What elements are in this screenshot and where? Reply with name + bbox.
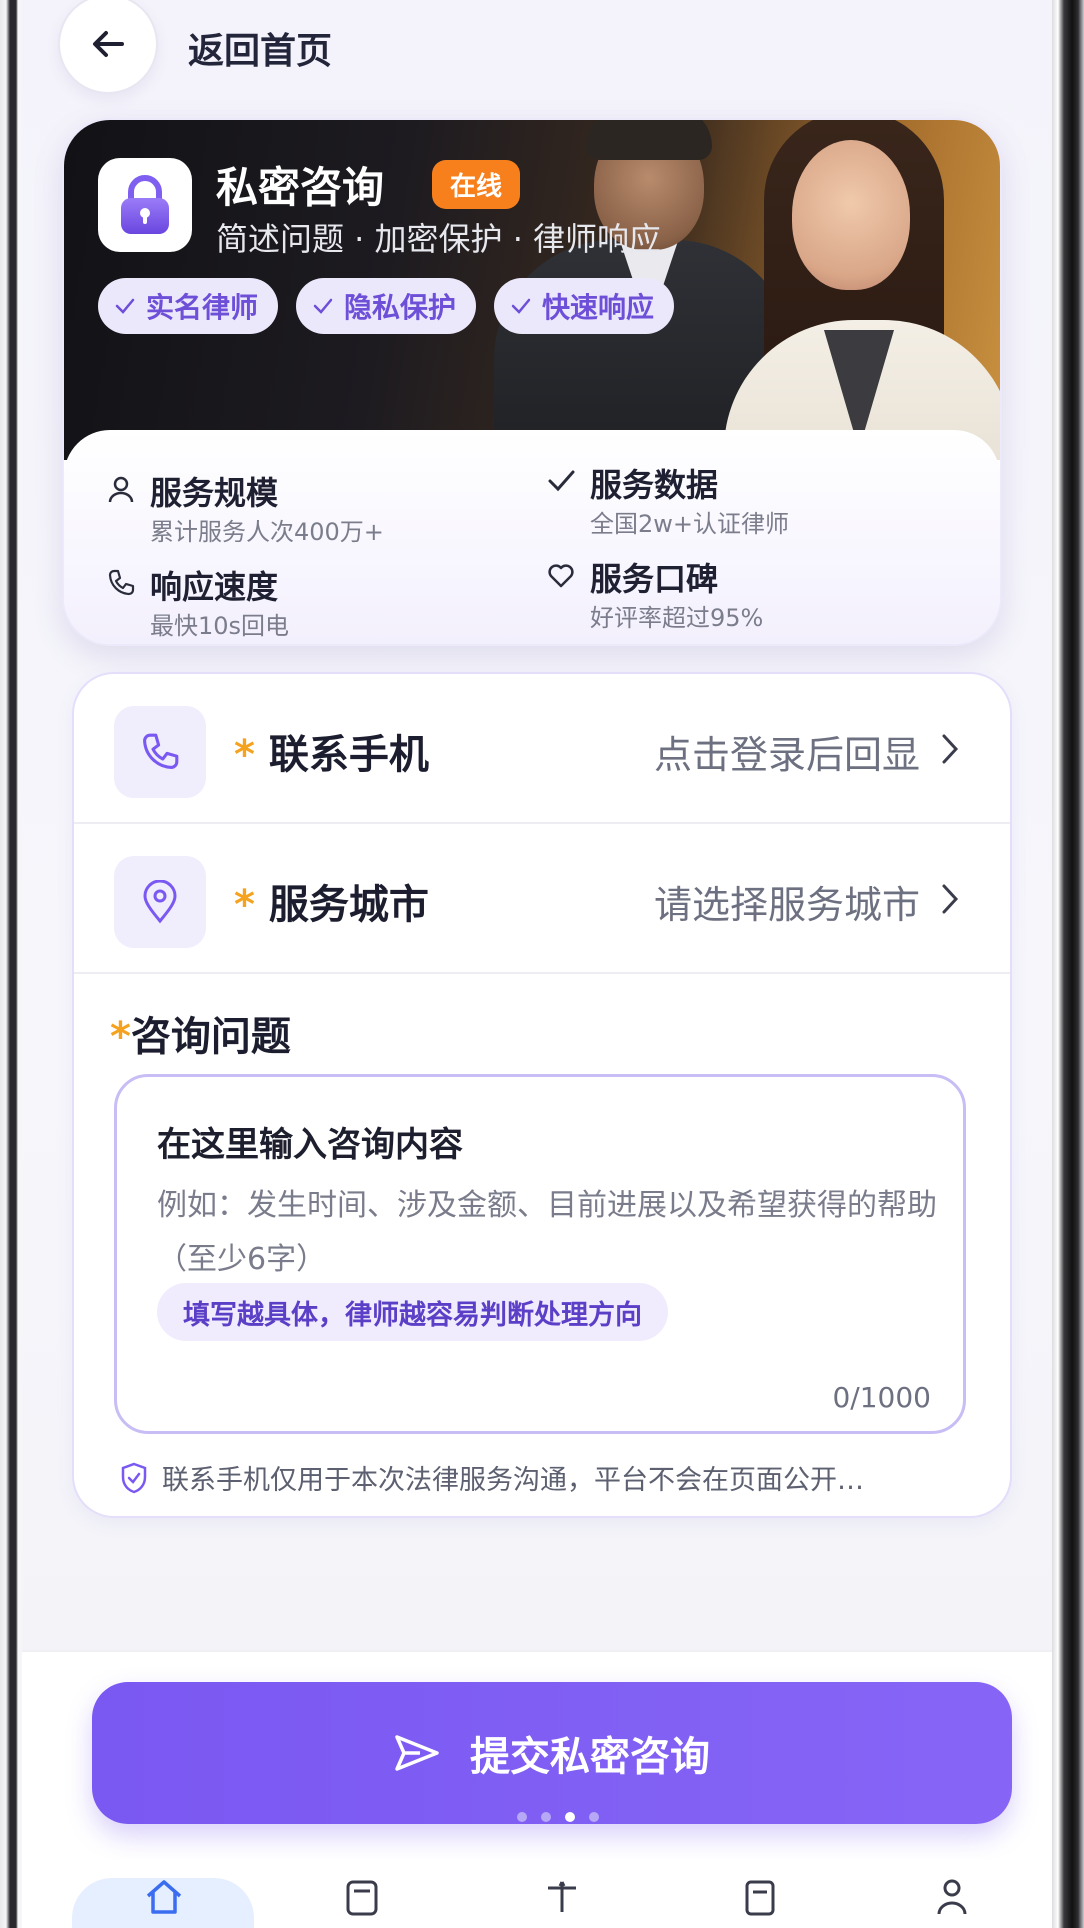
question-box-title: 在这里输入咨询内容	[157, 1125, 463, 1165]
online-badge: 在线	[432, 160, 521, 209]
check-icon	[511, 298, 531, 314]
chip-fast-response: 快速响应	[494, 278, 675, 334]
arrow-left-icon	[93, 31, 124, 57]
chevron-right-icon	[942, 734, 959, 764]
privacy-note: 联系手机仅用于本次法律服务沟通，平台不会在页面公开…	[120, 1458, 864, 1497]
city-label: * 服务城市	[234, 882, 429, 928]
city-row[interactable]: * 服务城市 请选择服务城市	[74, 824, 1010, 974]
phone-label: * 联系手机	[234, 732, 429, 778]
scale-icon	[548, 1881, 576, 1912]
nav-lawyers[interactable]	[532, 1876, 592, 1928]
phone-value[interactable]: 点击登录后回显	[654, 724, 920, 779]
check-icon	[313, 298, 333, 314]
page-indicator	[517, 1812, 599, 1822]
user-icon	[108, 476, 134, 503]
feature-chips: 实名律师 隐私保护 快速响应	[98, 278, 675, 334]
nav-orders[interactable]	[730, 1876, 790, 1928]
screen: 返回首页 私密咨询 在线 简述问题 · 加密保护 · 律师响应 实名律师 隐私保…	[22, 0, 1052, 1928]
back-button[interactable]	[58, 0, 158, 94]
heart-icon	[548, 564, 574, 588]
service-stats: 服务规模 累计服务人次400万+ 服务数据 全国2w+认证律师 响应速度 最快1…	[64, 430, 1000, 644]
lock-icon	[98, 158, 192, 252]
phone-icon	[108, 569, 135, 596]
question-label: *咨询问题	[110, 1014, 291, 1060]
send-icon	[395, 1735, 439, 1771]
nav-home[interactable]	[134, 1876, 194, 1928]
phone-icon	[114, 706, 206, 798]
bottom-nav	[22, 1860, 1052, 1928]
home-icon	[146, 1880, 182, 1914]
hero-card: 私密咨询 在线 简述问题 · 加密保护 · 律师响应 实名律师 隐私保护 快速响…	[62, 118, 1002, 646]
question-tip: 填写越具体，律师越容易判断处理方向	[157, 1283, 668, 1341]
nav-documents[interactable]	[332, 1876, 392, 1928]
phone-row[interactable]: * 联系手机 点击登录后回显	[74, 674, 1010, 824]
clipboard-icon	[745, 1880, 775, 1916]
device-bezel-right	[1052, 0, 1084, 1928]
user-icon	[937, 1879, 967, 1915]
location-pin-icon	[114, 856, 206, 948]
chevron-right-icon	[942, 884, 959, 914]
chip-verified-lawyer: 实名律师	[98, 278, 279, 334]
submit-button[interactable]: 提交私密咨询	[92, 1682, 1012, 1824]
check-icon	[548, 470, 575, 492]
nav-profile[interactable]	[922, 1876, 982, 1928]
hero-banner: 私密咨询 在线 简述问题 · 加密保护 · 律师响应 实名律师 隐私保护 快速响…	[64, 120, 1000, 460]
question-textarea[interactable]: 在这里输入咨询内容 例如：发生时间、涉及金额、目前进展以及希望获得的帮助（至少6…	[114, 1074, 966, 1434]
char-counter: 0/1000	[832, 1381, 931, 1414]
shield-check-icon	[121, 1462, 147, 1493]
chip-privacy: 隐私保护	[296, 278, 477, 334]
submit-bar: 提交私密咨询	[22, 1650, 1052, 1860]
check-icon	[115, 298, 135, 314]
city-value[interactable]: 请选择服务城市	[654, 874, 920, 929]
question-placeholder: 例如：发生时间、涉及金额、目前进展以及希望获得的帮助（至少6字）	[157, 1188, 937, 1277]
consult-form: * 联系手机 点击登录后回显 * 服务城市 请选择服务城市 *咨询问题 在这里输…	[72, 672, 1012, 1518]
hero-title: 私密咨询	[216, 163, 385, 212]
page-title[interactable]: 返回首页	[188, 22, 332, 74]
document-icon	[346, 1880, 378, 1916]
hero-subtitle: 简述问题 · 加密保护 · 律师响应	[216, 220, 662, 258]
